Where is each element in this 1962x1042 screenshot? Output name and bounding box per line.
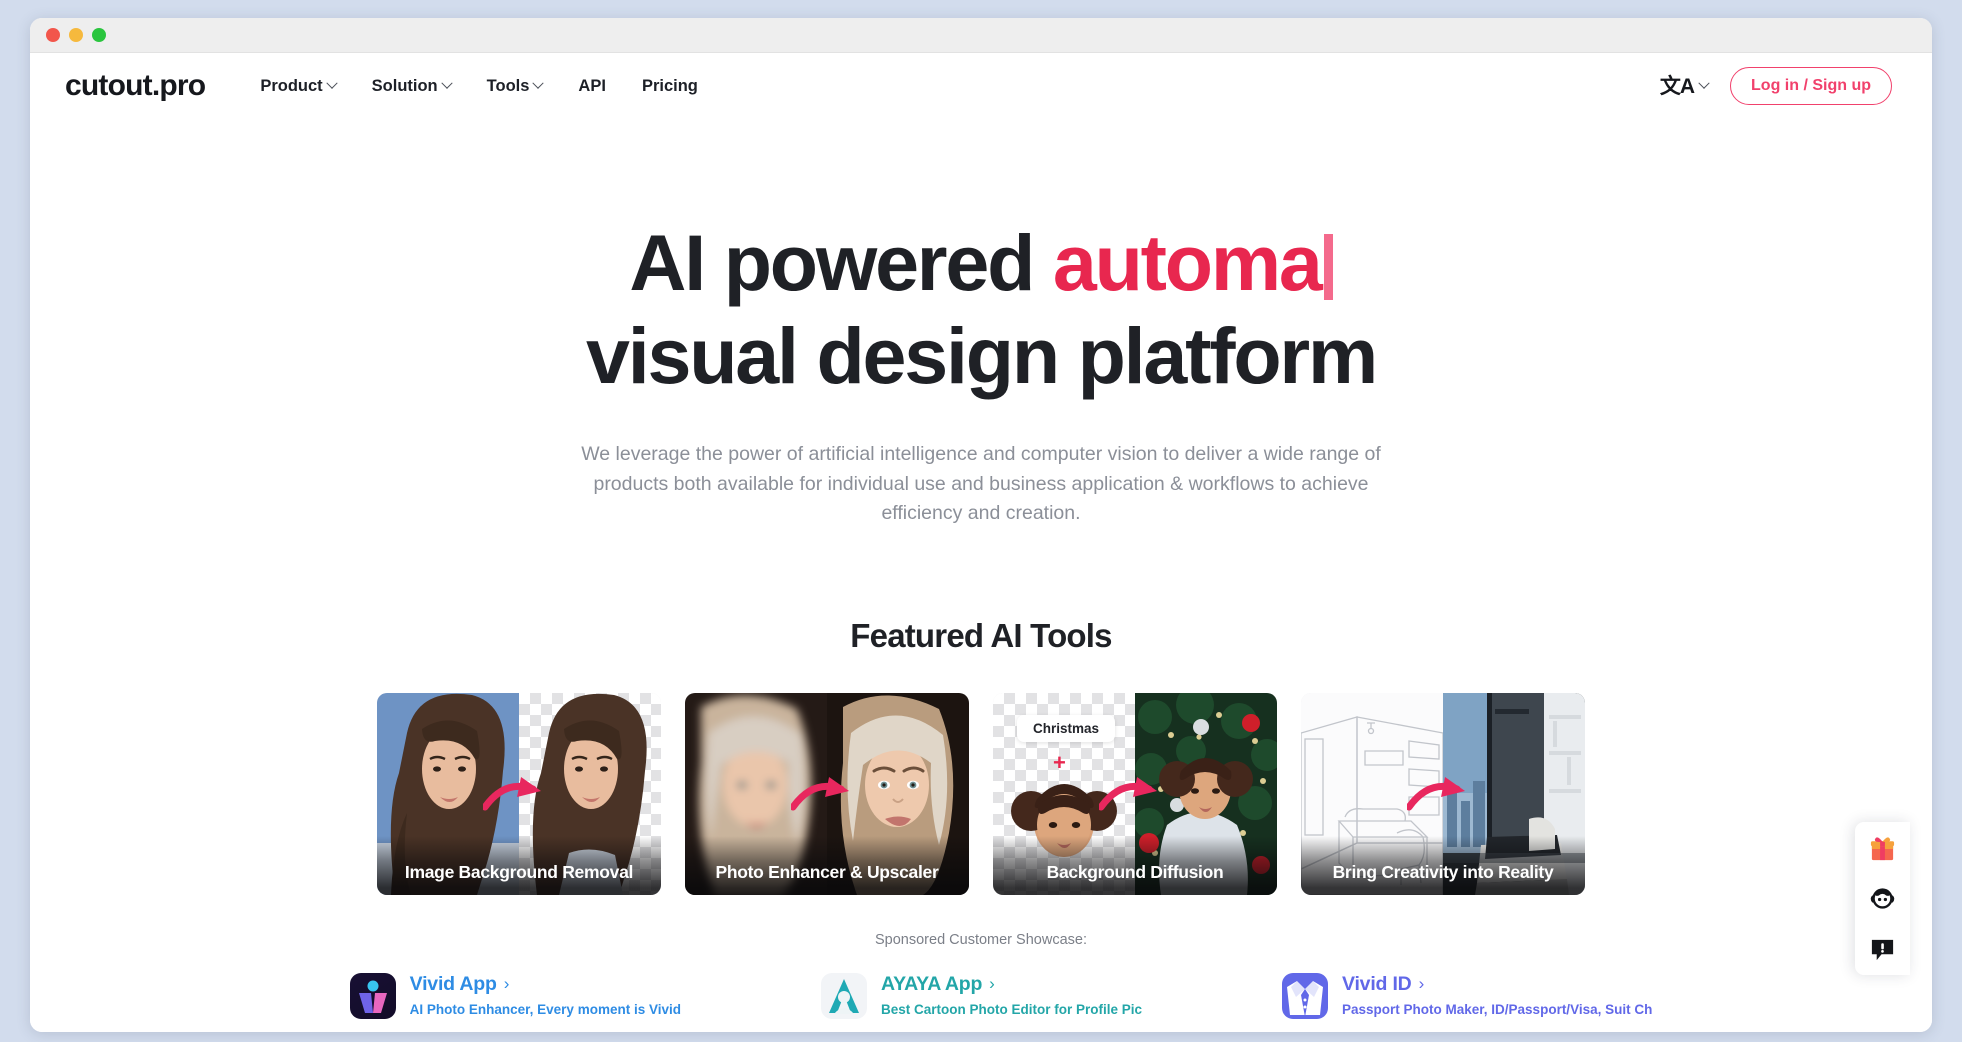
hero-section: AI powered automa visual design platform… [30, 119, 1932, 529]
featured-tools-title: Featured AI Tools [850, 616, 1112, 654]
ayaya-app-icon [820, 972, 867, 1019]
showcase-item-description: Best Cartoon Photo Editor for Profile Pi… [880, 1001, 1142, 1017]
feedback-bubble-icon[interactable] [1869, 935, 1896, 962]
vivid-id-icon [1282, 972, 1328, 1019]
showcase-item-description: AI Photo Enhancer, Every moment is Vivid [409, 1001, 681, 1017]
showcase-item-ayaya-app[interactable]: AYAYA App › Best Cartoon Photo Editor fo… [820, 972, 1142, 1019]
transform-arrow-icon [791, 776, 850, 811]
hero-subtitle: We leverage the power of artificial inte… [581, 443, 1381, 525]
support-face-icon[interactable] [1869, 885, 1896, 912]
transform-arrow-icon [1407, 776, 1466, 811]
showcase-item-vivid-id[interactable]: Vivid ID › Passport Photo Maker, ID/Pass… [1282, 972, 1652, 1019]
showcase-item-name: Vivid App [409, 972, 497, 995]
tool-card-background-diffusion[interactable]: Christmas + Background Diffusion [993, 692, 1277, 895]
nav-item-api[interactable]: API [578, 77, 606, 96]
nav-item-tools[interactable]: Tools [486, 76, 545, 96]
tool-card-label: Bring Creativity into Reality [1301, 835, 1585, 895]
close-window-button[interactable] [46, 28, 60, 42]
nav-right-group: 文A Log in / Sign up [1660, 67, 1892, 105]
tool-card-photo-enhancer-upscaler[interactable]: Photo Enhancer & Upscaler [685, 692, 969, 895]
translate-icon: 文A [1659, 74, 1695, 98]
sponsored-showcase-list: Vivid App › AI Photo Enhancer, Every mom… [30, 972, 1932, 1019]
nav-item-api-label: API [578, 76, 606, 95]
showcase-item-text: Vivid ID › Passport Photo Maker, ID/Pass… [1342, 973, 1652, 1019]
language-selector[interactable]: 文A [1659, 74, 1710, 98]
nav-links: Product Solution Tools API Pricing [260, 77, 698, 96]
nav-item-pricing[interactable]: Pricing [642, 77, 698, 96]
floating-action-rail [1855, 822, 1910, 975]
nav-item-solution-label: Solution [371, 76, 438, 95]
maximize-window-button[interactable] [92, 28, 106, 42]
nav-item-tools-label: Tools [486, 76, 530, 95]
tool-card-label: Background Diffusion [993, 835, 1277, 895]
tool-card-image-background-removal[interactable]: Image Background Removal [377, 692, 661, 895]
navbar: cutout.pro Product Solution Tools API Pr… [30, 53, 1932, 119]
gift-icon[interactable] [1869, 835, 1896, 862]
transform-arrow-icon [1099, 776, 1158, 811]
sponsored-caption: Sponsored Customer Showcase: [875, 931, 1087, 948]
showcase-item-name: AYAYA App [880, 972, 983, 995]
chevron-down-icon [1698, 77, 1710, 89]
hero-title-line2: visual design platform [585, 311, 1378, 400]
tool-card-label: Photo Enhancer & Upscaler [685, 835, 969, 895]
chevron-down-icon [440, 77, 453, 89]
plus-icon: + [1053, 749, 1066, 775]
showcase-item-vivid-app[interactable]: Vivid App › AI Photo Enhancer, Every mom… [349, 972, 681, 1019]
chevron-right-icon: › [503, 974, 510, 994]
showcase-item-title: AYAYA App › [881, 973, 1142, 996]
nav-item-solution[interactable]: Solution [371, 76, 453, 96]
nav-item-pricing-label: Pricing [641, 76, 698, 95]
chevron-down-icon [325, 77, 338, 89]
nav-item-product-label: Product [260, 76, 323, 95]
tool-card-bring-creativity-into-reality[interactable]: Bring Creativity into Reality [1301, 692, 1585, 895]
minimize-window-button[interactable] [69, 28, 83, 42]
titlebar [30, 18, 1932, 53]
chevron-right-icon: › [1418, 974, 1425, 994]
hero-title: AI powered automa visual design platform [30, 223, 1932, 395]
showcase-item-description: Passport Photo Maker, ID/Passport/Visa, … [1342, 1001, 1653, 1017]
vivid-app-icon [349, 972, 396, 1019]
hero-title-typed: automa [1052, 218, 1323, 307]
showcase-item-title: Vivid App › [410, 973, 681, 996]
typing-caret [1323, 234, 1333, 300]
traffic-lights [46, 28, 106, 42]
showcase-item-text: AYAYA App › Best Cartoon Photo Editor fo… [881, 973, 1142, 1019]
site-logo[interactable]: cutout.pro [65, 69, 206, 103]
login-signup-button[interactable]: Log in / Sign up [1730, 67, 1892, 105]
chevron-down-icon [532, 77, 545, 89]
chevron-right-icon: › [989, 974, 995, 994]
showcase-item-text: Vivid App › AI Photo Enhancer, Every mom… [410, 973, 681, 1019]
showcase-item-title: Vivid ID › [1342, 973, 1652, 996]
showcase-item-name: Vivid ID [1342, 972, 1412, 995]
hero-title-static: AI powered [629, 218, 1053, 307]
featured-tools-cards: Image Background Removal Photo Enhancer … [30, 692, 1932, 895]
christmas-badge: Christmas [1017, 714, 1116, 742]
nav-item-product[interactable]: Product [260, 76, 338, 96]
transform-arrow-icon [483, 776, 542, 811]
tool-card-label: Image Background Removal [377, 835, 661, 895]
page-viewport: cutout.pro Product Solution Tools API Pr… [30, 53, 1932, 1032]
browser-window: cutout.pro Product Solution Tools API Pr… [30, 18, 1932, 1032]
